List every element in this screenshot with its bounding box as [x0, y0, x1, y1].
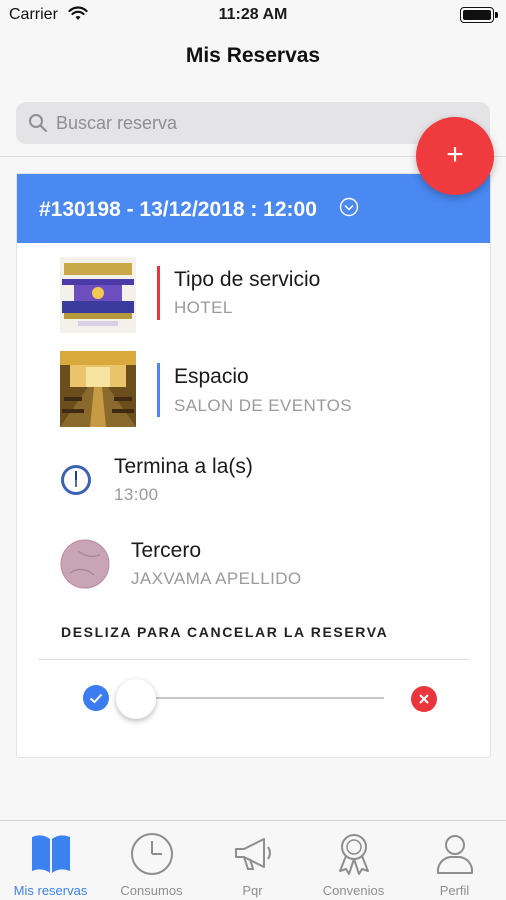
tab-label: Convenios [322, 883, 385, 898]
battery-icon [460, 7, 498, 23]
service-type-value: HOTEL [174, 298, 233, 317]
cancel-slider-handle[interactable] [116, 679, 156, 719]
status-bar: Carrier 11:28 AM [0, 0, 506, 32]
tab-label: Perfil [439, 883, 470, 898]
close-icon [411, 686, 437, 712]
clock-icon [131, 833, 173, 875]
megaphone-icon [235, 838, 271, 870]
reservation-header-text: #130198 - 13/12/2018 : 12:00 [39, 198, 317, 221]
search-bar[interactable] [16, 102, 490, 144]
search-icon [28, 113, 48, 138]
status-time: 11:28 AM [218, 6, 288, 23]
page-title: Mis Reservas [185, 44, 321, 67]
card-divider [39, 659, 469, 660]
service-accent-bar [157, 266, 160, 320]
tab-label: Pqr [242, 883, 263, 898]
end-time-value: 13:00 [114, 485, 159, 504]
book-icon [32, 835, 70, 873]
end-time-label: Termina a la(s) [114, 455, 253, 478]
clock-icon [60, 464, 92, 501]
tab-convenios[interactable]: Convenios [303, 821, 404, 900]
person-icon [437, 835, 473, 874]
tab-perfil[interactable]: Perfil [404, 821, 505, 900]
tab-bar: Mis reservas Consumos Pqr Convenios Perf… [0, 820, 506, 900]
tab-mis-reservas[interactable]: Mis reservas [0, 821, 101, 900]
third-party-label: Tercero [131, 539, 202, 562]
cancel-slider-track[interactable] [137, 697, 384, 699]
third-party-value: JAXVAMA APELLIDO [131, 569, 302, 588]
event-hall-thumbnail [60, 351, 136, 427]
cancel-hint: DESLIZA PARA CANCELAR LA RESERVA [61, 624, 389, 640]
check-icon [83, 685, 109, 711]
tab-label: Consumos [120, 883, 183, 898]
search-input[interactable] [56, 102, 476, 144]
service-type-label: Tipo de servicio [174, 268, 321, 291]
space-label: Espacio [174, 365, 249, 388]
add-reservation-button[interactable]: + [416, 117, 494, 195]
reservation-card: #130198 - 13/12/2018 : 12:00 Tipo de ser… [16, 173, 491, 758]
reservation-card-header[interactable]: #130198 - 13/12/2018 : 12:00 [17, 174, 490, 243]
tab-consumos[interactable]: Consumos [101, 821, 202, 900]
chevron-down-icon[interactable] [339, 197, 359, 222]
avatar [60, 539, 110, 594]
award-icon [339, 834, 369, 875]
space-value: SALON DE EVENTOS [174, 396, 353, 415]
tab-pqr[interactable]: Pqr [202, 821, 303, 900]
hotel-thumbnail [60, 257, 136, 333]
space-accent-bar [157, 363, 160, 417]
tab-label: Mis reservas [13, 883, 88, 898]
